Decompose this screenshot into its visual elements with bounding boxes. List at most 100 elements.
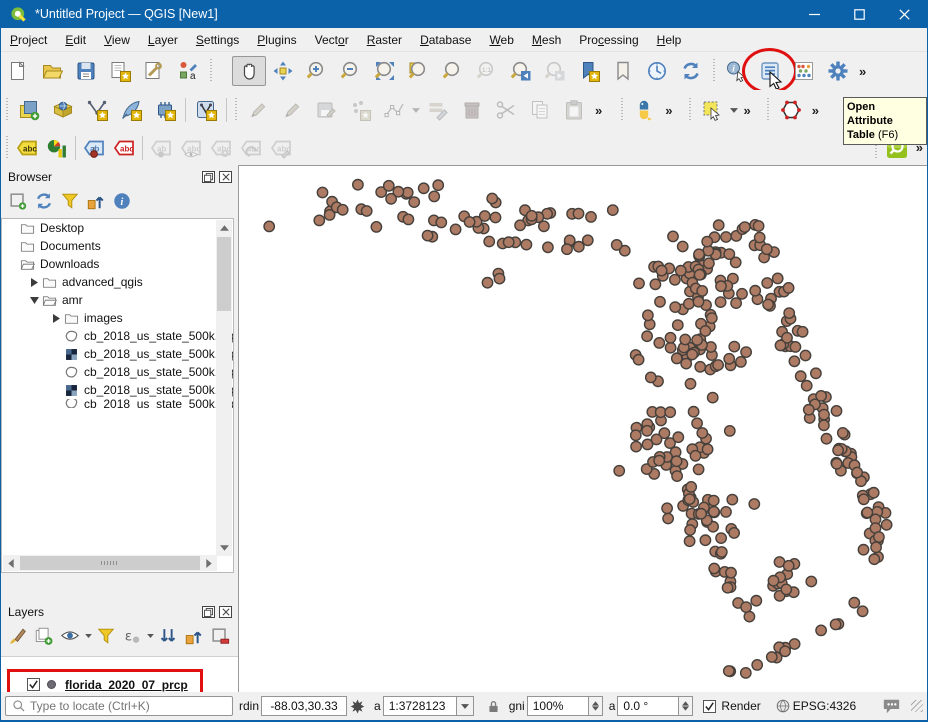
layer-visibility-checkbox[interactable] bbox=[27, 678, 40, 691]
tree-down-arrow-icon[interactable] bbox=[28, 296, 40, 304]
digitize-with-shape-button[interactable] bbox=[774, 95, 808, 125]
menu-settings[interactable]: Settings bbox=[187, 29, 248, 51]
menu-plugins[interactable]: Plugins bbox=[248, 29, 305, 51]
layer-name[interactable]: florida_2020_07_prcp bbox=[65, 678, 188, 692]
toolbar-drag-handle[interactable] bbox=[618, 98, 625, 122]
python-console-button[interactable] bbox=[627, 95, 661, 125]
browser-item-amr[interactable]: amr bbox=[2, 291, 233, 309]
open-attribute-table-button[interactable] bbox=[753, 56, 787, 86]
browser-float-button[interactable] bbox=[202, 171, 215, 183]
browser-hscroll-thumb[interactable] bbox=[20, 556, 200, 570]
toolbar-overflow-icon[interactable]: » bbox=[808, 103, 823, 118]
browser-item-documents[interactable]: Documents bbox=[2, 237, 233, 255]
menu-view[interactable]: View bbox=[95, 29, 139, 51]
menu-processing[interactable]: Processing bbox=[570, 29, 647, 51]
scale-dropdown-icon[interactable] bbox=[457, 696, 474, 716]
vertex-tool-dropdown-icon[interactable] bbox=[411, 108, 421, 113]
pan-map-button[interactable] bbox=[232, 56, 266, 86]
menu-project[interactable]: Project bbox=[1, 29, 56, 51]
scroll-up-icon[interactable] bbox=[216, 220, 232, 236]
pan-to-selection-button[interactable] bbox=[266, 56, 300, 86]
layers-float-button[interactable] bbox=[202, 606, 215, 618]
show-spatial-bookmarks-button[interactable] bbox=[606, 56, 640, 86]
close-button[interactable] bbox=[882, 0, 927, 28]
processing-toolbox-button[interactable] bbox=[821, 56, 855, 86]
toolbar-drag-handle[interactable] bbox=[765, 98, 772, 122]
locator-search[interactable] bbox=[5, 696, 233, 716]
toolbar-drag-handle[interactable] bbox=[3, 98, 10, 122]
menu-mesh[interactable]: Mesh bbox=[523, 29, 570, 51]
toolbar-drag-handle[interactable] bbox=[3, 136, 10, 160]
new-project-button[interactable] bbox=[1, 56, 35, 86]
messages-icon[interactable] bbox=[882, 698, 901, 715]
statistical-summary-button[interactable] bbox=[787, 56, 821, 86]
crs-globe-icon[interactable] bbox=[775, 698, 791, 714]
magnifier-spinbox[interactable]: 100% bbox=[527, 696, 589, 716]
zoom-full-button[interactable] bbox=[368, 56, 402, 86]
collapse-all-button[interactable] bbox=[181, 624, 207, 648]
select-features-button[interactable] bbox=[695, 95, 729, 125]
pin-unpin-labels-button[interactable]: ab bbox=[79, 134, 109, 162]
browser-properties-button[interactable]: i bbox=[109, 189, 135, 213]
menu-web[interactable]: Web bbox=[480, 29, 522, 51]
browser-item-images[interactable]: images bbox=[2, 309, 233, 327]
layers-close-button[interactable] bbox=[219, 606, 232, 618]
open-layer-styling-button[interactable] bbox=[5, 624, 31, 648]
filter-browser-button[interactable] bbox=[57, 189, 83, 213]
menu-vector[interactable]: Vector bbox=[306, 29, 358, 51]
select-features-dropdown-icon[interactable] bbox=[729, 108, 739, 113]
browser-item-cb-2018-us-state-500k-shp[interactable]: cb_2018_us_state_500k.shp bbox=[2, 327, 233, 345]
toolbar-overflow-icon[interactable]: » bbox=[739, 103, 754, 118]
layer-labeling-options-button[interactable]: abc bbox=[12, 134, 42, 162]
browser-item-advanced-qgis[interactable]: advanced_qgis bbox=[2, 273, 233, 291]
browser-horizontal-scrollbar[interactable] bbox=[3, 555, 217, 571]
menu-help[interactable]: Help bbox=[648, 29, 691, 51]
filter-by-expression-button[interactable]: ε bbox=[119, 624, 145, 648]
manage-map-themes-button[interactable] bbox=[57, 624, 83, 648]
tree-right-arrow-icon[interactable] bbox=[50, 314, 62, 323]
zoom-to-layer-button[interactable] bbox=[402, 56, 436, 86]
add-selected-layers-button[interactable] bbox=[5, 189, 31, 213]
new-spatial-bookmark-button[interactable] bbox=[572, 56, 606, 86]
coordinate-input[interactable]: -88.03,30.33 bbox=[261, 696, 347, 716]
collapse-all-browser-button[interactable] bbox=[83, 189, 109, 213]
expand-all-button[interactable] bbox=[155, 624, 181, 648]
browser-vscroll-thumb[interactable] bbox=[217, 237, 231, 311]
browser-item-desktop[interactable]: Desktop bbox=[2, 219, 233, 237]
extents-icon[interactable] bbox=[349, 698, 366, 715]
new-shapefile-layer-button[interactable] bbox=[114, 95, 148, 125]
toolbar-drag-handle[interactable] bbox=[686, 98, 693, 122]
scroll-down-icon[interactable] bbox=[216, 540, 232, 556]
toolbar-overflow-icon[interactable]: » bbox=[591, 103, 606, 118]
resize-grip[interactable] bbox=[911, 700, 923, 712]
browser-item-cb-2018-us-state-500k-shp-e[interactable]: cb_2018_us_state_500k.shp.e bbox=[2, 345, 233, 363]
remove-layer-group-button[interactable] bbox=[207, 624, 233, 648]
new-spatialite-layer-button[interactable] bbox=[148, 95, 182, 125]
toolbar-drag-handle[interactable] bbox=[232, 98, 239, 122]
toolbar-drag-handle[interactable] bbox=[207, 59, 214, 83]
highlight-labels-button[interactable]: abc bbox=[109, 134, 139, 162]
zoom-out-button[interactable] bbox=[334, 56, 368, 86]
show-layout-manager-button[interactable] bbox=[137, 56, 171, 86]
rotation-spinbox[interactable]: 0.0 ° bbox=[617, 696, 679, 716]
browser-vertical-scrollbar[interactable] bbox=[216, 220, 232, 556]
map-canvas-area[interactable] bbox=[238, 165, 927, 692]
menu-raster[interactable]: Raster bbox=[358, 29, 411, 51]
browser-item-cb-2018-us-state-500k-shp-e[interactable]: cb_2018_us_state_500k.shp.e bbox=[2, 363, 233, 381]
browser-close-button[interactable] bbox=[219, 171, 232, 183]
menu-layer[interactable]: Layer bbox=[139, 29, 187, 51]
render-checkbox[interactable] bbox=[703, 700, 716, 713]
zoom-to-selection-button[interactable] bbox=[436, 56, 470, 86]
manage-map-themes-dropdown-icon[interactable] bbox=[83, 634, 93, 638]
map-canvas[interactable] bbox=[240, 167, 928, 692]
filter-legend-button[interactable] bbox=[93, 624, 119, 648]
minimize-button[interactable] bbox=[792, 0, 837, 28]
maximize-button[interactable] bbox=[837, 0, 882, 28]
toolbar-drag-handle[interactable] bbox=[710, 59, 717, 83]
new-vector-layer-button[interactable] bbox=[80, 95, 114, 125]
toolbar-overflow-icon[interactable]: » bbox=[661, 103, 676, 118]
new-print-layout-button[interactable] bbox=[103, 56, 137, 86]
new-virtual-layer-button[interactable] bbox=[189, 95, 223, 125]
temporal-controller-button[interactable] bbox=[640, 56, 674, 86]
scroll-right-icon[interactable] bbox=[201, 555, 217, 571]
